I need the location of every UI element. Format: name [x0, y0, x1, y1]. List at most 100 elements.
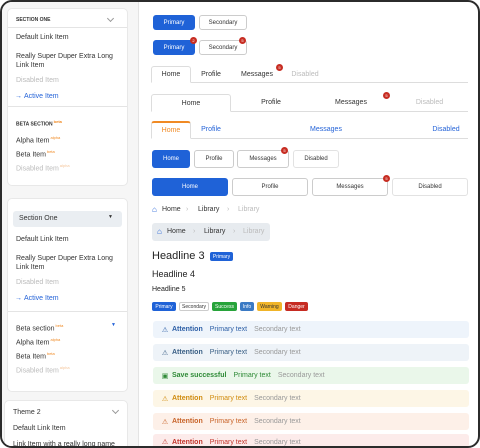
alpha-badge: alpha	[50, 337, 61, 342]
headline-3: Headline 3	[152, 250, 205, 262]
tab-messages[interactable]: Messages	[311, 94, 391, 111]
arrow-right-icon: →	[15, 295, 22, 302]
tab-home[interactable]: Home	[152, 178, 228, 196]
notification-badge: 5	[276, 64, 283, 71]
notification-badge: 5	[239, 37, 246, 44]
tab-disabled: Disabled	[392, 178, 468, 196]
sidebar-item-default[interactable]: Default Link Item	[13, 425, 66, 432]
headline-5: Headline 5	[152, 286, 186, 293]
sidebar-item-alpha[interactable]: Alpha Itemalpha	[16, 337, 60, 346]
alert-neutral: ⚠ Attention Primary text Secondary text	[153, 344, 469, 361]
tab-home[interactable]: Home	[151, 94, 231, 112]
tab-profile[interactable]: Profile	[232, 178, 308, 196]
alert-success: ▣ Save successful Primary text Secondary…	[153, 367, 469, 384]
sidebar-item-default[interactable]: Default Link Item	[16, 236, 69, 243]
tag-danger: Danger	[285, 302, 308, 311]
sidebar-item-alpha[interactable]: Alpha Itemalpha	[16, 135, 60, 144]
tab-home[interactable]: Home	[152, 150, 190, 168]
sidebar-item-long[interactable]: Really Super Duper Extra Long Link Item	[16, 52, 116, 70]
warning-triangle-icon: ⚠	[161, 349, 169, 357]
sidebar-item-long[interactable]: Link Item with a really long name	[13, 441, 115, 446]
alert-secondary-text: Secondary text	[254, 326, 301, 333]
notification-badge: 2	[190, 37, 197, 44]
beta-badge: beta	[55, 323, 64, 328]
headline-4: Headline 4	[152, 269, 196, 279]
chevron-down-icon[interactable]	[106, 14, 115, 23]
breadcrumb-library[interactable]: Library	[198, 206, 219, 213]
primary-tag: Primary	[210, 252, 233, 261]
warning-triangle-icon: ⚠	[161, 326, 169, 334]
beta-section-header[interactable]: BETA SECTIONbeta	[16, 119, 62, 128]
tab-home[interactable]: Home	[151, 66, 191, 83]
home-icon: ⌂	[152, 205, 157, 214]
caret-down-icon[interactable]: ▼	[111, 322, 116, 328]
divider	[8, 27, 127, 28]
breadcrumb-library[interactable]: Library	[204, 228, 225, 235]
breadcrumb-separator: ›	[227, 206, 230, 213]
alert-title: Save successful	[172, 372, 227, 379]
tab-profile[interactable]: Profile	[194, 150, 234, 168]
alpha-badge: alpha	[59, 365, 70, 370]
sidebar-item-long[interactable]: Really Super Duper Extra Long Link Item	[16, 254, 116, 272]
tab-disabled[interactable]: Disabled	[425, 121, 467, 138]
alert-secondary-text: Secondary text	[254, 438, 301, 446]
sidebar: SECTION ONE Default Link Item Really Sup…	[2, 2, 138, 446]
tag-secondary: Secondary	[179, 302, 209, 311]
beta-badge: beta	[53, 119, 62, 124]
sidebar-item-default[interactable]: Default Link Item	[16, 34, 69, 41]
nav-section-header[interactable]: Theme 2	[13, 409, 41, 416]
alert-title: Attention	[172, 418, 203, 425]
tab-profile[interactable]: Profile	[231, 94, 311, 111]
sidebar-item-beta[interactable]: Beta Itembeta	[16, 351, 55, 360]
alert-primary-text: Primary text	[209, 418, 248, 425]
breadcrumb-home[interactable]: Home	[167, 228, 186, 235]
breadcrumb-current: Library	[238, 206, 260, 213]
notification-badge: 5	[383, 92, 390, 99]
scrollbar[interactable]	[472, 2, 478, 446]
breadcrumb: ⌂ Home › Library › Library	[152, 204, 292, 216]
tab-messages[interactable]: Messages	[301, 121, 351, 138]
sidebar-item-disabled: Disabled Item	[16, 77, 59, 84]
alert-primary-text: Primary text	[209, 438, 248, 446]
primary-button-with-badge[interactable]: Primary	[153, 40, 195, 55]
alert-title: Attention	[172, 395, 203, 402]
tab-profile[interactable]: Profile	[191, 66, 231, 82]
tab-messages[interactable]: Messages	[312, 178, 388, 196]
alert-secondary-text: Secondary text	[254, 395, 301, 402]
breadcrumb-separator: ›	[233, 228, 236, 235]
breadcrumb-home[interactable]: Home	[162, 206, 181, 213]
tab-home[interactable]: Home	[151, 121, 191, 139]
alert-title: Attention	[172, 326, 203, 333]
tabs-underline	[151, 138, 468, 139]
sidebar-item-active[interactable]: Active Item	[24, 295, 59, 302]
breadcrumb-filled: ⌂ Home › Library › Library	[152, 223, 270, 241]
alert-caution: ⚠ Attention Primary text Secondary text	[153, 413, 469, 430]
primary-button[interactable]: Primary	[153, 15, 195, 30]
tab-profile[interactable]: Profile	[191, 121, 231, 138]
tag-info: Info	[240, 302, 254, 311]
breadcrumb-separator: ›	[186, 206, 189, 213]
tab-messages[interactable]: Messages	[233, 66, 281, 82]
chevron-down-icon[interactable]	[111, 406, 120, 415]
alert-primary-text: Primary text	[209, 326, 248, 333]
beta-badge: beta	[46, 351, 55, 356]
warning-triangle-icon: ⚠	[161, 418, 169, 426]
beta-section-header[interactable]: Beta sectionbeta	[16, 323, 63, 332]
alpha-badge: alpha	[50, 135, 61, 140]
notification-badge: 5	[281, 147, 288, 154]
alert-title: Attention	[172, 349, 203, 356]
alert-danger: ⚠ Attention Primary text Secondary text	[153, 434, 469, 446]
tag-primary: Primary	[152, 302, 176, 311]
sidebar-item-disabled: Disabled Item	[16, 279, 59, 286]
sidebar-item-active[interactable]: Active Item	[24, 93, 59, 100]
home-icon: ⌂	[157, 227, 162, 236]
save-icon: ▣	[161, 372, 169, 380]
nav-section-header[interactable]: SECTION ONE	[16, 17, 50, 23]
alert-secondary-text: Secondary text	[254, 349, 301, 356]
sidebar-item-beta[interactable]: Beta Itembeta	[16, 149, 55, 158]
secondary-button[interactable]: Secondary	[199, 15, 247, 30]
alert-secondary-text: Secondary text	[277, 372, 325, 379]
alert-primary-text: Primary text	[209, 349, 248, 356]
tabs-underline	[151, 82, 468, 83]
divider	[8, 311, 127, 312]
